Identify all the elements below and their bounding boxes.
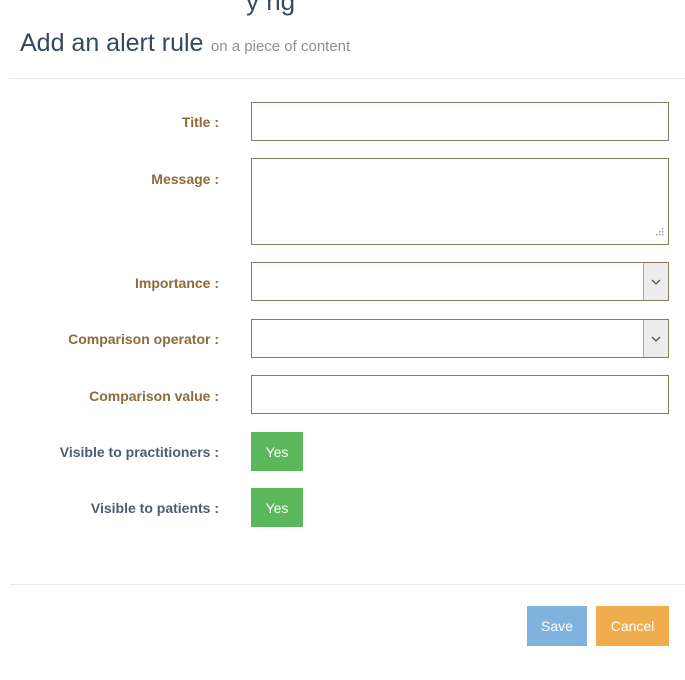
save-button[interactable]: Save	[527, 606, 587, 646]
comparison-value-label: Comparison value :	[89, 388, 219, 404]
resize-grip-icon[interactable]	[655, 223, 664, 241]
importance-dropdown-button[interactable]	[643, 263, 668, 300]
visible-practitioners-label: Visible to practitioners :	[59, 444, 219, 460]
visible-patients-toggle[interactable]: Yes	[251, 488, 303, 527]
chevron-down-icon	[651, 330, 661, 348]
cancel-button[interactable]: Cancel	[596, 606, 669, 646]
message-field[interactable]	[251, 158, 669, 245]
comparison-operator-select[interactable]	[251, 319, 669, 358]
comparison-value-field[interactable]	[251, 375, 669, 414]
partial-heading-text: y ng	[246, 0, 296, 16]
page-subtitle: on a piece of content	[210, 38, 351, 55]
comparison-operator-label: Comparison operator :	[68, 331, 219, 347]
header-divider	[10, 78, 685, 79]
page-title: Add an alert rule	[20, 29, 204, 57]
title-input[interactable]	[252, 103, 668, 140]
comparison-operator-dropdown-button[interactable]	[643, 320, 668, 357]
modal-header: Add an alert rule on a piece of content	[20, 29, 350, 58]
title-field[interactable]	[251, 102, 669, 141]
chevron-down-icon	[651, 273, 661, 291]
footer-divider	[10, 584, 685, 585]
message-textarea[interactable]	[252, 159, 668, 244]
message-label: Message :	[151, 171, 219, 187]
visible-practitioners-toggle[interactable]: Yes	[251, 432, 303, 471]
title-label: Title :	[181, 114, 219, 130]
comparison-value-input[interactable]	[252, 376, 668, 413]
importance-select[interactable]	[251, 262, 669, 301]
visible-patients-label: Visible to patients :	[90, 500, 219, 516]
importance-label: Importance :	[134, 275, 219, 291]
